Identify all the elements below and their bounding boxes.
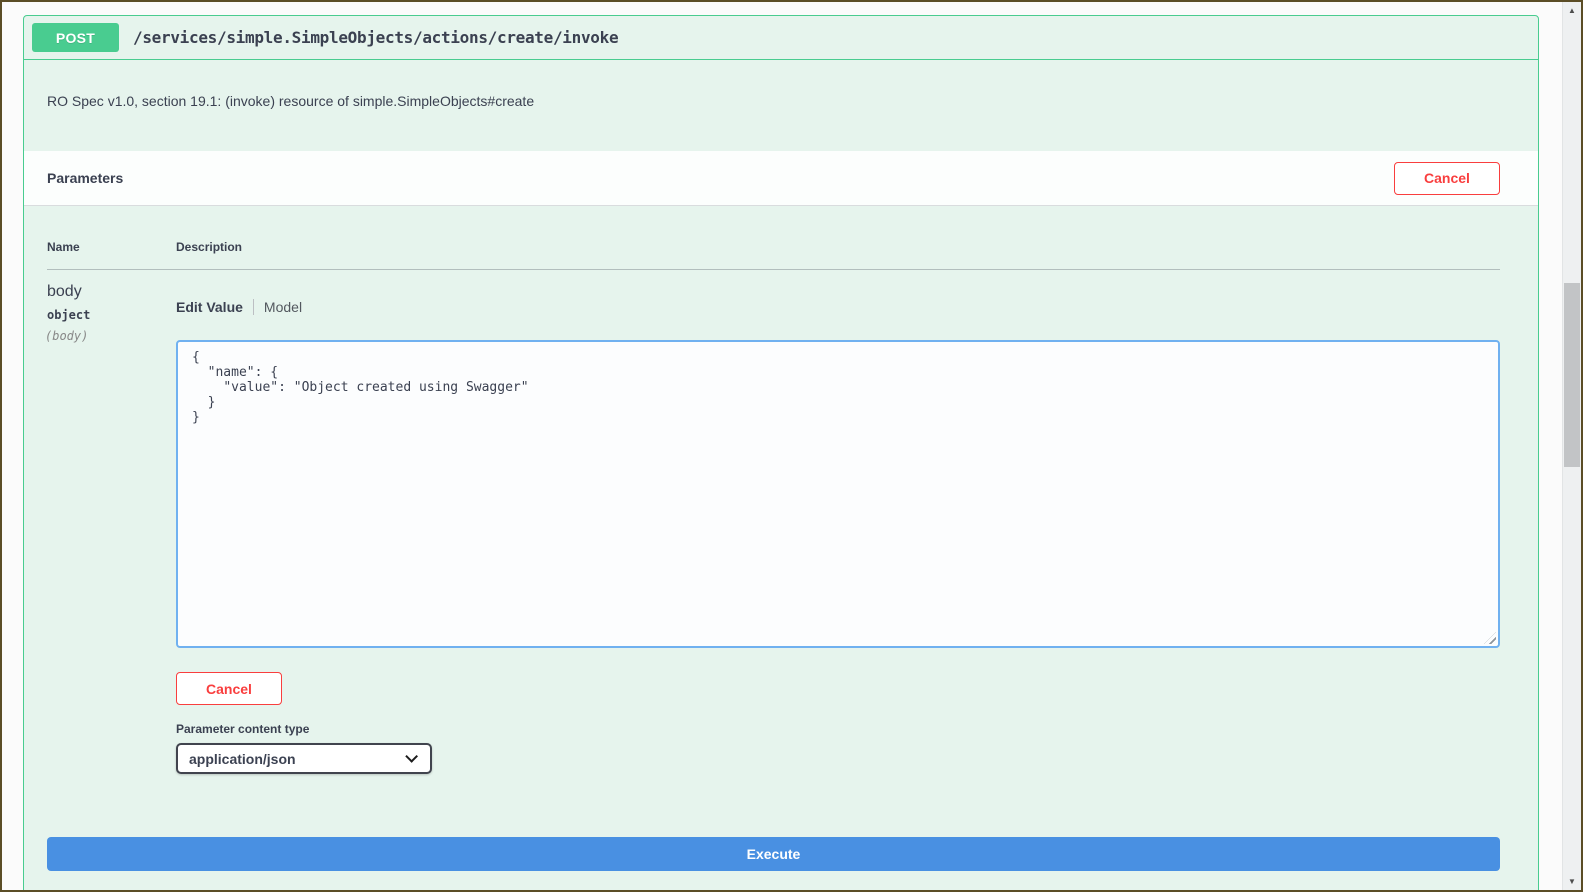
parameter-name-cell: body object (body) — [47, 283, 176, 774]
scrollbar-thumb[interactable] — [1564, 283, 1580, 467]
opblock-post: POST /services/simple.SimpleObjects/acti… — [23, 15, 1539, 890]
table-row: body object (body) Edit Value Model { "n… — [47, 270, 1500, 774]
parameter-description-cell: Edit Value Model { "name": { "value": "O… — [176, 283, 1500, 774]
execute-section: Execute — [24, 817, 1538, 886]
parameters-table: Name Description body object (body) Edit… — [24, 206, 1538, 817]
column-header-name: Name — [47, 240, 176, 254]
table-header-row: Name Description — [47, 240, 1500, 270]
parameter-name: body — [47, 283, 176, 301]
parameters-section-header: Parameters Cancel — [24, 151, 1538, 206]
tab-model[interactable]: Model — [264, 299, 302, 315]
scroll-down-arrow-glyph: ▼ — [1568, 877, 1576, 886]
vertical-scrollbar[interactable]: ▲ ▼ — [1562, 2, 1581, 890]
body-value-textarea[interactable]: { "name": { "value": "Object created usi… — [176, 340, 1500, 648]
method-badge: POST — [32, 23, 119, 52]
chevron-down-icon — [405, 750, 418, 763]
editor-tabs: Edit Value Model — [176, 299, 1500, 315]
parameter-type: object — [47, 308, 176, 322]
body-editor-wrapper: { "name": { "value": "Object created usi… — [176, 340, 1500, 648]
content-type-select[interactable]: application/json — [176, 743, 432, 774]
tab-divider — [253, 299, 254, 315]
content-type-label: Parameter content type — [176, 722, 1500, 736]
column-header-description: Description — [176, 240, 1500, 254]
execute-button[interactable]: Execute — [47, 837, 1500, 871]
scroll-up-arrow[interactable]: ▲ — [1563, 2, 1581, 19]
endpoint-description: RO Spec v1.0, section 19.1: (invoke) res… — [24, 60, 1538, 151]
parameter-location: (body) — [45, 329, 176, 343]
endpoint-path: /services/simple.SimpleObjects/actions/c… — [133, 28, 618, 47]
swagger-page: POST /services/simple.SimpleObjects/acti… — [2, 2, 1562, 890]
scroll-up-arrow-glyph: ▲ — [1568, 6, 1576, 15]
content-type-selected-value: application/json — [189, 751, 296, 767]
parameters-title: Parameters — [47, 170, 123, 186]
cancel-edit-button[interactable]: Cancel — [176, 672, 282, 705]
tab-edit-value[interactable]: Edit Value — [176, 299, 243, 315]
endpoint-summary[interactable]: POST /services/simple.SimpleObjects/acti… — [24, 16, 1538, 60]
scroll-down-arrow[interactable]: ▼ — [1563, 873, 1581, 890]
cancel-operation-button[interactable]: Cancel — [1394, 162, 1500, 195]
